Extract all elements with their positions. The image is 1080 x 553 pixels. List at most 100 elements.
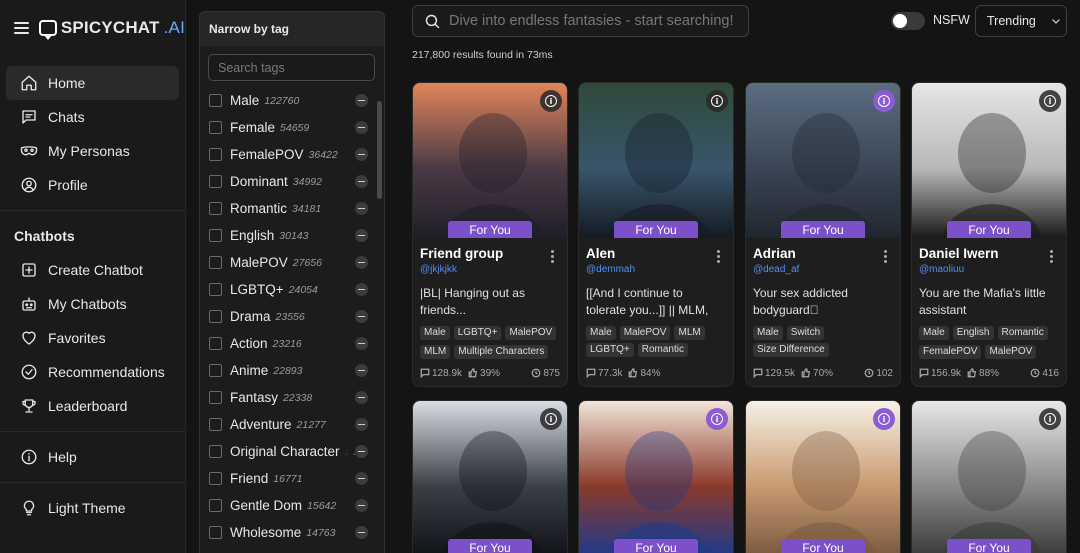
character-card[interactable]: i For You Alen @demmah [[And I continue to t… (578, 82, 734, 387)
card-tag[interactable]: Male (586, 326, 616, 340)
card-tag[interactable]: Switch (786, 326, 825, 340)
character-card[interactable]: i For You (911, 400, 1067, 553)
card-tag[interactable]: Romantic (637, 343, 688, 357)
card-info-button[interactable]: i (706, 90, 728, 112)
card-tag[interactable]: Multiple Characters (454, 344, 549, 359)
tag-checkbox[interactable] (209, 526, 222, 539)
tag-exclude-icon[interactable] (355, 94, 368, 107)
tag-exclude-icon[interactable] (355, 364, 368, 377)
tag-row[interactable]: English 30143 (200, 222, 384, 249)
character-card[interactable]: i For You (578, 400, 734, 553)
tag-exclude-icon[interactable] (355, 418, 368, 431)
tag-checkbox[interactable] (209, 256, 222, 269)
tag-checkbox[interactable] (209, 202, 222, 215)
tag-row[interactable]: Wholesome 14763 (200, 519, 384, 546)
card-creator-handle[interactable]: @maoliuu (919, 264, 1059, 275)
tag-exclude-icon[interactable] (355, 337, 368, 350)
tag-checkbox[interactable] (209, 175, 222, 188)
tag-checkbox[interactable] (209, 229, 222, 242)
character-image[interactable]: i For You (579, 401, 733, 553)
tag-checkbox[interactable] (209, 121, 222, 134)
tag-exclude-icon[interactable] (355, 472, 368, 485)
tag-exclude-icon[interactable] (355, 256, 368, 269)
tag-row[interactable]: LGBTQ+ 24054 (200, 276, 384, 303)
tag-exclude-icon[interactable] (355, 202, 368, 215)
nav-favorites[interactable]: Favorites (6, 321, 179, 355)
card-tag[interactable]: MalePOV (619, 326, 671, 340)
card-info-button[interactable]: i (873, 90, 895, 112)
search-input[interactable]: Dive into endless fantasies - start sear… (412, 5, 749, 37)
nav-my-chatbots[interactable]: My Chatbots (6, 287, 179, 321)
card-more-icon[interactable] (717, 250, 720, 263)
brand-logo[interactable]: SPICYCHAT .AI (38, 18, 185, 40)
card-more-icon[interactable] (551, 250, 554, 263)
nav-help[interactable]: Help (6, 440, 179, 474)
character-card[interactable]: i For You Friend group @jkjkjkk |BL| Hanging… (412, 82, 568, 387)
tag-exclude-icon[interactable] (355, 445, 368, 458)
tag-row[interactable]: Drama 23556 (200, 303, 384, 330)
tag-exclude-icon[interactable] (355, 283, 368, 296)
tag-exclude-icon[interactable] (355, 229, 368, 242)
tag-row[interactable]: FemalePOV 36422 (200, 141, 384, 168)
card-tag[interactable]: MalePOV (985, 344, 1037, 359)
nav-light-theme[interactable]: Light Theme (6, 491, 179, 525)
tag-row[interactable]: Dominant 34992 (200, 168, 384, 195)
sort-dropdown[interactable]: Trending (975, 5, 1067, 37)
tag-row[interactable]: Anime 22893 (200, 357, 384, 384)
tag-row[interactable]: Friend 16771 (200, 465, 384, 492)
tag-exclude-icon[interactable] (355, 121, 368, 134)
tag-row[interactable]: MalePOV 27656 (200, 249, 384, 276)
card-creator-handle[interactable]: @dead_af (753, 264, 893, 275)
character-image[interactable]: i For You (579, 83, 733, 238)
nav-chats[interactable]: Chats (6, 100, 179, 134)
tag-checkbox[interactable] (209, 337, 222, 350)
tag-row[interactable]: Original Character1... (200, 438, 384, 465)
card-more-icon[interactable] (884, 250, 887, 263)
card-tag[interactable]: Size Difference (753, 343, 829, 357)
card-creator-handle[interactable]: @jkjkjkk (420, 264, 560, 275)
tag-row[interactable]: Action 23216 (200, 330, 384, 357)
tag-checkbox[interactable] (209, 445, 222, 458)
character-card[interactable]: i For You Daniel Iwern @maoliuu You are the … (911, 82, 1067, 387)
card-info-button[interactable]: i (1039, 408, 1061, 430)
card-info-button[interactable]: i (706, 408, 728, 430)
character-image[interactable]: i For You (413, 83, 567, 238)
card-tag[interactable]: MalePOV (505, 326, 557, 340)
tag-row[interactable]: Gentle Dom 15642 (200, 492, 384, 519)
tag-row[interactable]: Adventure 21277 (200, 411, 384, 438)
tag-checkbox[interactable] (209, 148, 222, 161)
tag-list-scrollbar[interactable] (377, 101, 382, 199)
card-tag[interactable]: MLM (420, 344, 451, 359)
tag-search-input[interactable]: Search tags (208, 54, 375, 81)
card-tag[interactable]: FemalePOV (919, 344, 982, 359)
tag-exclude-icon[interactable] (355, 391, 368, 404)
card-tag[interactable]: English (952, 326, 994, 340)
character-image[interactable]: i For You (912, 83, 1066, 238)
character-card[interactable]: i For You Adrian @dead_af Your sex addicted … (745, 82, 901, 387)
tag-exclude-icon[interactable] (355, 148, 368, 161)
card-tag[interactable]: LGBTQ+ (453, 326, 502, 340)
tag-row[interactable]: Fantasy 22338 (200, 384, 384, 411)
card-tag[interactable]: MLM (674, 326, 705, 340)
tag-exclude-icon[interactable] (355, 175, 368, 188)
tag-exclude-icon[interactable] (355, 526, 368, 539)
card-tag[interactable]: LGBTQ+ (586, 343, 634, 357)
tag-row[interactable]: Male 122760 (200, 87, 384, 114)
tag-checkbox[interactable] (209, 310, 222, 323)
nav-home[interactable]: Home (6, 66, 179, 100)
hamburger-menu-icon[interactable] (14, 22, 29, 34)
card-info-button[interactable]: i (540, 408, 562, 430)
tag-checkbox[interactable] (209, 472, 222, 485)
character-image[interactable]: i For You (746, 401, 900, 553)
character-image[interactable]: i For You (746, 83, 900, 238)
card-info-button[interactable]: i (540, 90, 562, 112)
card-info-button[interactable]: i (1039, 90, 1061, 112)
tag-row[interactable]: Female 54659 (200, 114, 384, 141)
character-card[interactable]: i For You (745, 400, 901, 553)
card-tag[interactable]: Male (420, 326, 450, 340)
nsfw-toggle[interactable] (891, 12, 925, 30)
nav-my-personas[interactable]: My Personas (6, 134, 179, 168)
card-tag[interactable]: Male (753, 326, 783, 340)
tag-checkbox[interactable] (209, 499, 222, 512)
tag-exclude-icon[interactable] (355, 499, 368, 512)
